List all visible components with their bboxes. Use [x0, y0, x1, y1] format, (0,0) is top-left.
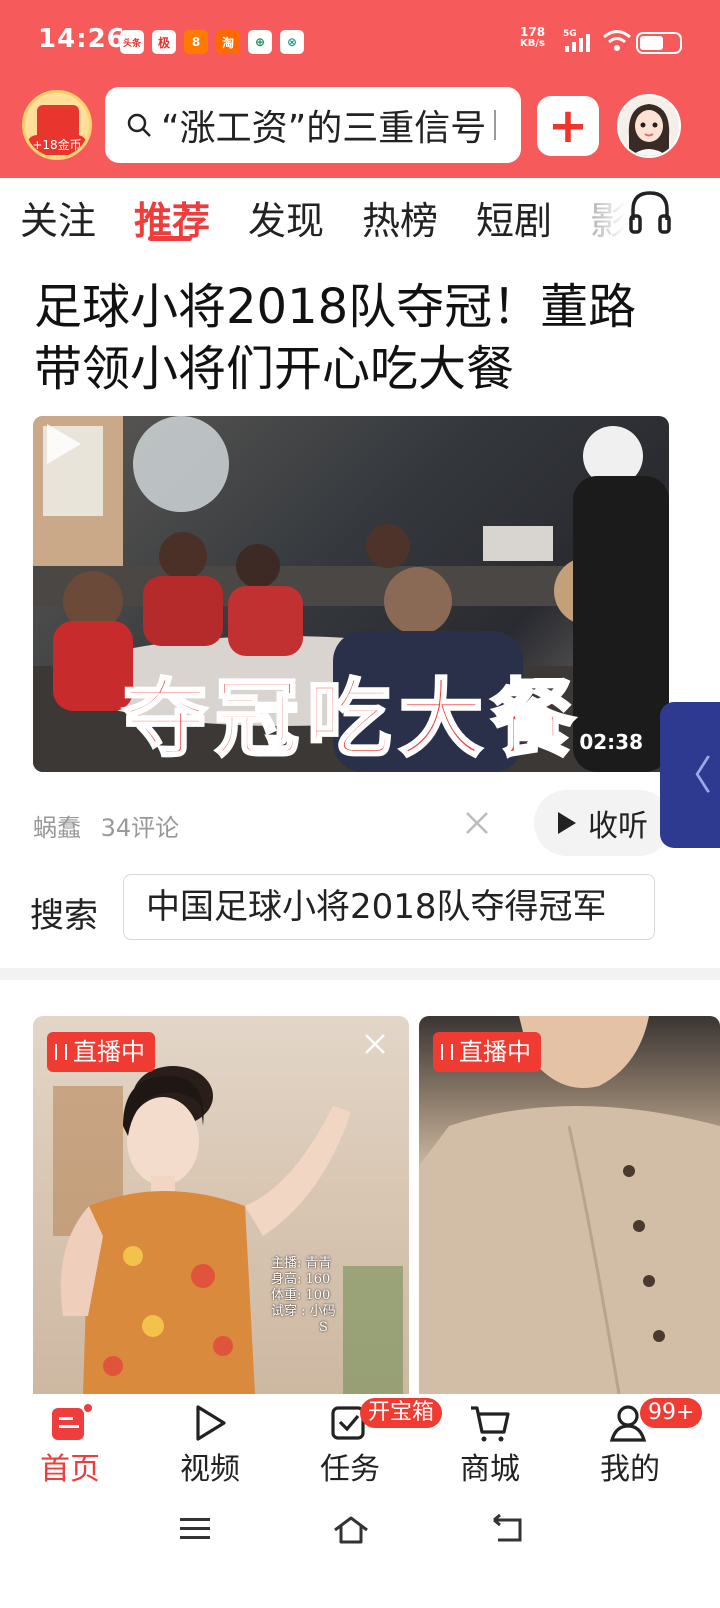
video-thumbnail[interactable]: 夺冠吃大餐 02:38 [33, 416, 669, 772]
play-icon [47, 424, 81, 464]
article-comments[interactable]: 34评论 [101, 814, 180, 842]
tab-follow[interactable]: 关注 [20, 190, 96, 245]
tabs-fade [580, 178, 630, 250]
add-button[interactable]: + [537, 96, 599, 156]
tab-discover[interactable]: 发现 [248, 190, 324, 245]
streamer-info-line: 试穿 : 小码 [271, 1304, 336, 1319]
close-icon[interactable] [363, 1032, 387, 1056]
search-icon [127, 113, 151, 137]
live-scene-image [53, 1066, 403, 1394]
nav-label: 首页 [40, 1452, 100, 1487]
side-drawer-handle[interactable]: 〈 [660, 702, 720, 848]
video-duration: 02:38 [579, 730, 643, 754]
user-avatar[interactable] [617, 94, 681, 158]
app-screen: 14:26 头条 极 8 淘 ⊕ ⊗ 178 KB/s 5G +18金币 “涨工… [0, 0, 720, 1608]
video-overlay-title: 夺冠吃大餐 [121, 669, 583, 770]
search-bar[interactable]: “涨工资”的三重信号 [105, 87, 521, 163]
live-badge: 直播中 [47, 1032, 155, 1072]
related-search-label: 搜索 [30, 896, 98, 936]
wifi-icon [603, 30, 631, 51]
menu-icon[interactable] [178, 1514, 212, 1544]
streamer-info: 主播: 青青 身高: 160 体重: 100 试穿 : 小码 S [271, 1256, 336, 1336]
live-scene-image [419, 1016, 720, 1394]
cart-icon [471, 1406, 510, 1442]
listen-button[interactable]: 收听 [534, 790, 672, 856]
app-notification-icon: 淘 [216, 30, 240, 54]
live-bars-icon [441, 1044, 453, 1060]
network-speed-unit: KB/s [520, 38, 546, 49]
signal-icon: 5G [563, 29, 590, 52]
live-bars-icon [55, 1044, 67, 1060]
headphone-icon[interactable] [628, 188, 672, 236]
tab-short-drama[interactable]: 短剧 [476, 190, 552, 245]
search-divider [494, 110, 497, 140]
close-icon[interactable] [464, 810, 490, 836]
app-notification-icon: 头条 [120, 30, 144, 54]
signal-label: 5G [563, 29, 577, 39]
article-source[interactable]: 蜗蠢 [33, 814, 81, 842]
nav-video[interactable]: 视频 [160, 1394, 260, 1494]
related-search-chip[interactable]: 中国足球小将2018队夺得冠军 [123, 874, 655, 940]
play-icon [196, 1405, 226, 1441]
live-badge: 直播中 [433, 1032, 541, 1072]
streamer-info-line: 主播: 青青 [271, 1256, 332, 1271]
live-badge-label: 直播中 [459, 1038, 531, 1066]
section-divider [0, 968, 720, 980]
nav-mall[interactable]: 商城 [440, 1394, 540, 1494]
home-icon[interactable] [332, 1514, 370, 1546]
nav-label: 视频 [180, 1452, 240, 1487]
app-notification-icon: 极 [152, 30, 176, 54]
back-icon[interactable] [490, 1514, 524, 1546]
status-bar: 14:26 头条 极 8 淘 ⊕ ⊗ 178 KB/s 5G [0, 0, 720, 84]
article-headline[interactable]: 足球小将2018队夺冠！董路带领小将们开心吃大餐 [34, 276, 674, 400]
active-tab-indicator [148, 236, 192, 241]
live-badge-label: 直播中 [73, 1038, 145, 1066]
gold-coin-redpacket-button[interactable]: +18金币 [22, 90, 92, 160]
top-header: 14:26 头条 极 8 淘 ⊕ ⊗ 178 KB/s 5G +18金币 “涨工… [0, 0, 720, 178]
nav-label: 任务 [320, 1452, 380, 1487]
battery-icon [636, 32, 682, 54]
coin-badge: +18金币 [27, 135, 87, 155]
nav-task[interactable]: 任务 开宝箱 [300, 1394, 443, 1494]
search-hot-word: “涨工资”的三重信号 [161, 108, 487, 149]
network-speed: 178 KB/s [520, 26, 545, 50]
live-card[interactable]: 直播中 主播: 青青 身高: 160 体重: 100 试穿 : 小码 S [33, 1016, 409, 1394]
nav-home[interactable]: 首页 [20, 1394, 120, 1494]
streamer-info-line: 体重: 100 [271, 1288, 331, 1303]
article-meta: 蜗蠢 34评论 [33, 808, 179, 843]
network-speed-value: 178 [520, 25, 546, 39]
live-card[interactable]: 直播中 [419, 1016, 720, 1394]
listen-label: 收听 [588, 809, 648, 844]
nav-label: 商城 [460, 1452, 520, 1487]
message-count-badge: 99+ [640, 1398, 703, 1428]
streamer-info-extra: S [319, 1320, 328, 1335]
app-notification-icon: 8 [184, 30, 208, 54]
nav-label: 我的 [600, 1452, 660, 1487]
streamer-info-line: 身高: 160 [271, 1272, 331, 1287]
nav-mine[interactable]: 我的 99+ [580, 1394, 703, 1494]
avatar-image [619, 96, 679, 156]
status-time: 14:26 [38, 24, 126, 54]
app-notification-icon: ⊗ [280, 30, 304, 54]
notification-dot [82, 1402, 94, 1414]
app-notification-icon: ⊕ [248, 30, 272, 54]
system-nav-bar [0, 1494, 720, 1608]
bottom-nav: 首页 视频 任务 开宝箱 商城 我的 99+ [0, 1394, 720, 1494]
chevron-left-icon: 〈 [672, 753, 712, 799]
treasure-box-badge: 开宝箱 [360, 1398, 443, 1428]
play-small-icon [558, 812, 576, 834]
tab-hot-list[interactable]: 热榜 [362, 190, 438, 245]
notification-icons: 头条 极 8 淘 ⊕ ⊗ [120, 30, 304, 54]
